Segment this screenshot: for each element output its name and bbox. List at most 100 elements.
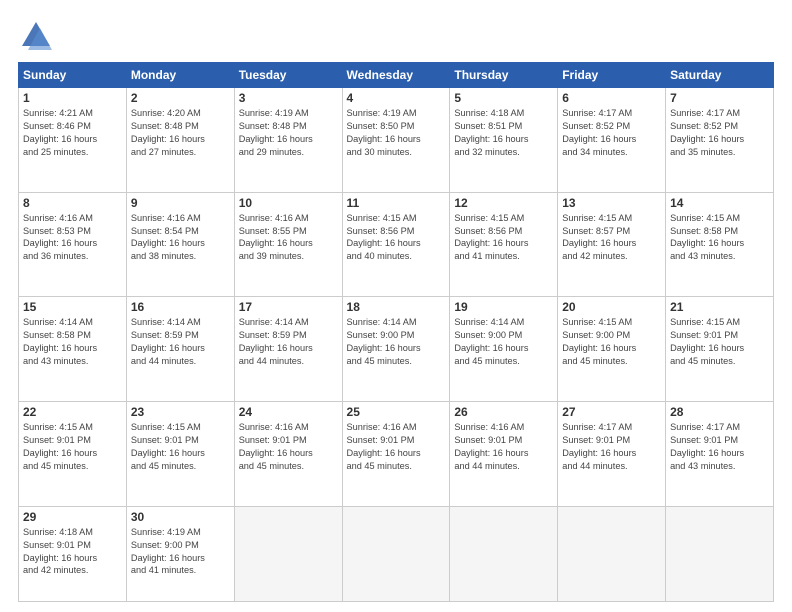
col-saturday: Saturday [666,63,774,88]
table-row: 14 Sunrise: 4:15 AM Sunset: 8:58 PM Dayli… [666,192,774,297]
calendar-table: Sunday Monday Tuesday Wednesday Thursday… [18,62,774,602]
logo [18,18,58,54]
day-number: 23 [131,405,230,419]
col-wednesday: Wednesday [342,63,450,88]
cell-info: Sunrise: 4:15 AM Sunset: 8:58 PM Dayligh… [670,212,769,264]
table-row: 12 Sunrise: 4:15 AM Sunset: 8:56 PM Dayli… [450,192,558,297]
calendar-header-row: Sunday Monday Tuesday Wednesday Thursday… [19,63,774,88]
table-row: 11 Sunrise: 4:15 AM Sunset: 8:56 PM Dayli… [342,192,450,297]
day-number: 13 [562,196,661,210]
col-tuesday: Tuesday [234,63,342,88]
table-row: 1 Sunrise: 4:21 AM Sunset: 8:46 PM Daylig… [19,88,127,193]
day-number: 14 [670,196,769,210]
table-row: 27 Sunrise: 4:17 AM Sunset: 9:01 PM Dayli… [558,402,666,507]
table-row [234,506,342,601]
table-row: 30 Sunrise: 4:19 AM Sunset: 9:00 PM Dayli… [126,506,234,601]
col-monday: Monday [126,63,234,88]
header [18,18,774,54]
calendar-week-row: 8 Sunrise: 4:16 AM Sunset: 8:53 PM Daylig… [19,192,774,297]
table-row: 17Sunrise: 4:14 AM Sunset: 8:59 PM Dayli… [234,297,342,402]
cell-info: Sunrise: 4:15 AM Sunset: 8:56 PM Dayligh… [454,212,553,264]
day-number: 8 [23,196,122,210]
table-row: 9 Sunrise: 4:16 AM Sunset: 8:54 PM Daylig… [126,192,234,297]
cell-info: Sunrise: 4:20 AM Sunset: 8:48 PM Dayligh… [131,107,230,159]
cell-info: Sunrise: 4:19 AM Sunset: 8:48 PM Dayligh… [239,107,338,159]
table-row: 15Sunrise: 4:14 AM Sunset: 8:58 PM Dayli… [19,297,127,402]
day-number: 9 [131,196,230,210]
col-friday: Friday [558,63,666,88]
table-row: 29Sunrise: 4:18 AM Sunset: 9:01 PM Dayli… [19,506,127,601]
table-row: 13 Sunrise: 4:15 AM Sunset: 8:57 PM Dayli… [558,192,666,297]
day-number: 12 [454,196,553,210]
day-number: 4 [347,91,446,105]
table-row: 5 Sunrise: 4:18 AM Sunset: 8:51 PM Daylig… [450,88,558,193]
day-number: 7 [670,91,769,105]
table-row: 3 Sunrise: 4:19 AM Sunset: 8:48 PM Daylig… [234,88,342,193]
day-number: 24 [239,405,338,419]
cell-info: Sunrise: 4:14 AM Sunset: 9:00 PM Dayligh… [347,316,446,368]
cell-info: Sunrise: 4:17 AM Sunset: 9:01 PM Dayligh… [670,421,769,473]
cell-info: Sunrise: 4:14 AM Sunset: 8:58 PM Dayligh… [23,316,122,368]
cell-info: Sunrise: 4:21 AM Sunset: 8:46 PM Dayligh… [23,107,122,159]
day-number: 30 [131,510,230,524]
day-number: 28 [670,405,769,419]
cell-info: Sunrise: 4:15 AM Sunset: 9:01 PM Dayligh… [23,421,122,473]
day-number: 25 [347,405,446,419]
day-number: 16 [131,300,230,314]
day-number: 20 [562,300,661,314]
table-row: 4 Sunrise: 4:19 AM Sunset: 8:50 PM Daylig… [342,88,450,193]
day-number: 27 [562,405,661,419]
day-number: 19 [454,300,553,314]
table-row: 7Sunrise: 4:17 AM Sunset: 8:52 PM Daylig… [666,88,774,193]
day-number: 17 [239,300,338,314]
day-number: 3 [239,91,338,105]
table-row: 10 Sunrise: 4:16 AM Sunset: 8:55 PM Dayli… [234,192,342,297]
day-number: 26 [454,405,553,419]
table-row [558,506,666,601]
col-sunday: Sunday [19,63,127,88]
cell-info: Sunrise: 4:16 AM Sunset: 8:53 PM Dayligh… [23,212,122,264]
table-row: 19 Sunrise: 4:14 AM Sunset: 9:00 PM Dayli… [450,297,558,402]
col-thursday: Thursday [450,63,558,88]
day-number: 22 [23,405,122,419]
cell-info: Sunrise: 4:16 AM Sunset: 9:01 PM Dayligh… [454,421,553,473]
day-number: 10 [239,196,338,210]
cell-info: Sunrise: 4:18 AM Sunset: 9:01 PM Dayligh… [23,526,122,578]
cell-info: Sunrise: 4:18 AM Sunset: 8:51 PM Dayligh… [454,107,553,159]
cell-info: Sunrise: 4:19 AM Sunset: 8:50 PM Dayligh… [347,107,446,159]
calendar-week-row: 22 Sunrise: 4:15 AM Sunset: 9:01 PM Dayli… [19,402,774,507]
cell-info: Sunrise: 4:19 AM Sunset: 9:00 PM Dayligh… [131,526,230,578]
cell-info: Sunrise: 4:17 AM Sunset: 8:52 PM Dayligh… [562,107,661,159]
day-number: 5 [454,91,553,105]
cell-info: Sunrise: 4:16 AM Sunset: 8:54 PM Dayligh… [131,212,230,264]
day-number: 21 [670,300,769,314]
cell-info: Sunrise: 4:14 AM Sunset: 8:59 PM Dayligh… [131,316,230,368]
cell-info: Sunrise: 4:16 AM Sunset: 8:55 PM Dayligh… [239,212,338,264]
cell-info: Sunrise: 4:14 AM Sunset: 9:00 PM Dayligh… [454,316,553,368]
table-row: 20Sunrise: 4:15 AM Sunset: 9:00 PM Dayli… [558,297,666,402]
cell-info: Sunrise: 4:17 AM Sunset: 9:01 PM Dayligh… [562,421,661,473]
table-row: 21 Sunrise: 4:15 AM Sunset: 9:01 PM Dayli… [666,297,774,402]
table-row: 24Sunrise: 4:16 AM Sunset: 9:01 PM Dayli… [234,402,342,507]
table-row: 23 Sunrise: 4:15 AM Sunset: 9:01 PM Dayli… [126,402,234,507]
table-row: 16 Sunrise: 4:14 AM Sunset: 8:59 PM Dayli… [126,297,234,402]
cell-info: Sunrise: 4:15 AM Sunset: 9:01 PM Dayligh… [670,316,769,368]
calendar-week-row: 1 Sunrise: 4:21 AM Sunset: 8:46 PM Daylig… [19,88,774,193]
cell-info: Sunrise: 4:15 AM Sunset: 8:56 PM Dayligh… [347,212,446,264]
table-row: 18 Sunrise: 4:14 AM Sunset: 9:00 PM Dayli… [342,297,450,402]
day-number: 11 [347,196,446,210]
day-number: 6 [562,91,661,105]
day-number: 1 [23,91,122,105]
day-number: 18 [347,300,446,314]
cell-info: Sunrise: 4:15 AM Sunset: 9:01 PM Dayligh… [131,421,230,473]
table-row [342,506,450,601]
table-row: 6 Sunrise: 4:17 AM Sunset: 8:52 PM Daylig… [558,88,666,193]
cell-info: Sunrise: 4:15 AM Sunset: 8:57 PM Dayligh… [562,212,661,264]
cell-info: Sunrise: 4:16 AM Sunset: 9:01 PM Dayligh… [347,421,446,473]
day-number: 2 [131,91,230,105]
calendar-week-row: 15Sunrise: 4:14 AM Sunset: 8:58 PM Dayli… [19,297,774,402]
table-row: 22 Sunrise: 4:15 AM Sunset: 9:01 PM Dayli… [19,402,127,507]
table-row: 8 Sunrise: 4:16 AM Sunset: 8:53 PM Daylig… [19,192,127,297]
calendar-week-row: 29Sunrise: 4:18 AM Sunset: 9:01 PM Dayli… [19,506,774,601]
table-row: 25 Sunrise: 4:16 AM Sunset: 9:01 PM Dayli… [342,402,450,507]
